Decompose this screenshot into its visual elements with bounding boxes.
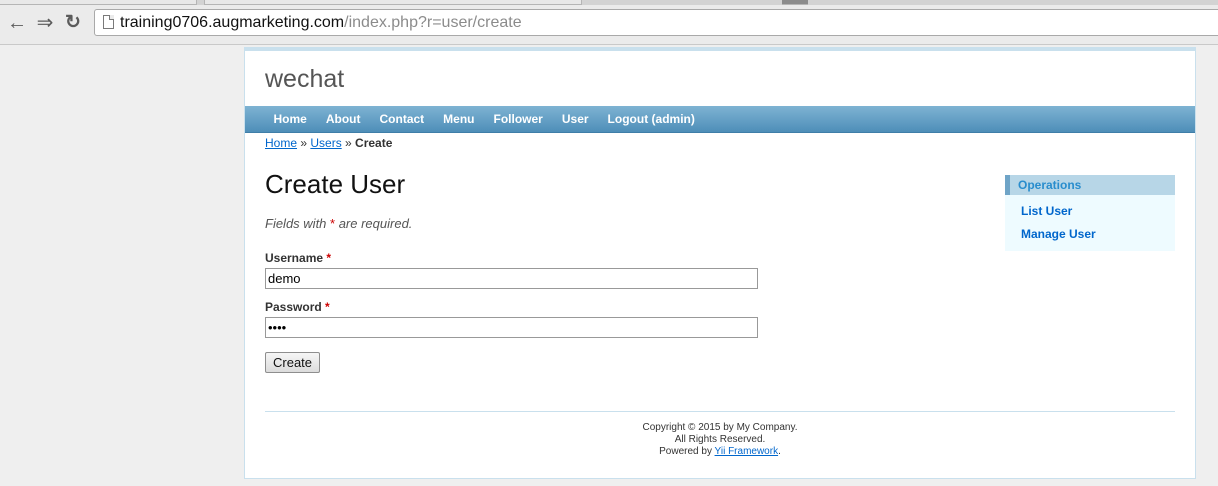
page-icon [103,15,114,29]
browser-tab[interactable] [204,0,582,5]
footer-rights: All Rights Reserved. [674,434,766,445]
menu-item-follower[interactable]: Follower [484,106,552,132]
breadcrumb-current: Create [355,136,393,150]
footer-divider [265,411,1175,412]
username-label-text: Username [265,251,324,265]
powered-prefix: Powered by [659,446,715,457]
reload-icon[interactable]: ↻ [62,12,84,34]
menu-item-contact[interactable]: Contact [370,106,434,132]
menu-item-menu[interactable]: Menu [434,106,484,132]
create-button[interactable]: Create [265,352,321,373]
page-container: wechat Home About Contact Menu Follower … [244,47,1196,479]
footer-powered: Powered by Yii Framework. [265,446,1175,458]
footer-copyright: Copyright © 2015 by My Company. [642,422,798,433]
password-input[interactable] [265,317,758,338]
page-title: Create User [265,169,406,199]
password-label: Password * [265,300,330,314]
menu-item-user[interactable]: User [552,106,598,132]
username-label: Username * [265,251,331,265]
main-menu: Home About Contact Menu Follower User Lo… [245,106,1195,133]
menu-item-about[interactable]: About [316,106,370,132]
breadcrumb-home-link[interactable]: Home [265,136,297,150]
browser-toolbar: ← ⇒ ↻ training0706.augmarketing.com/inde… [0,0,1218,45]
username-input[interactable] [265,268,758,289]
sidebar-item-list-user[interactable]: List User [1021,200,1175,223]
operations-sidebar: Operations List User Manage User [1005,175,1175,251]
footer: Copyright © 2015 by My Company. All Righ… [265,422,1175,458]
breadcrumb-users-link[interactable]: Users [310,136,341,150]
required-star: * [325,300,330,314]
note-prefix: Fields with [265,216,331,231]
url-path: /index.php?r=user/create [344,14,522,31]
url-text: training0706.augmarketing.com/index.php?… [120,13,522,32]
address-bar[interactable]: training0706.augmarketing.com/index.php?… [94,9,1218,36]
breadcrumb: Home » Users » Create [265,136,392,150]
url-host: training0706.augmarketing.com [120,14,345,31]
tab-strip [0,0,1218,5]
menu-item-logout[interactable]: Logout (admin) [598,106,704,132]
powered-suffix: . [778,446,781,457]
yii-framework-link[interactable]: Yii Framework [715,446,779,457]
required-star: * [326,251,332,265]
site-logo: wechat [265,65,345,93]
menu-item-home[interactable]: Home [264,106,316,132]
operations-title: Operations [1005,175,1175,195]
password-label-text: Password [265,300,322,314]
breadcrumb-separator: » [297,136,311,150]
forward-arrow-icon[interactable]: ⇒ [34,12,56,34]
breadcrumb-separator: » [341,136,356,150]
sidebar-item-manage-user[interactable]: Manage User [1021,223,1175,246]
browser-tab[interactable] [0,0,197,5]
required-note: Fields with * are required. [265,216,412,231]
note-suffix: are required. [335,216,413,231]
back-arrow-icon[interactable]: ← [6,12,28,34]
new-tab-button[interactable] [782,0,808,5]
